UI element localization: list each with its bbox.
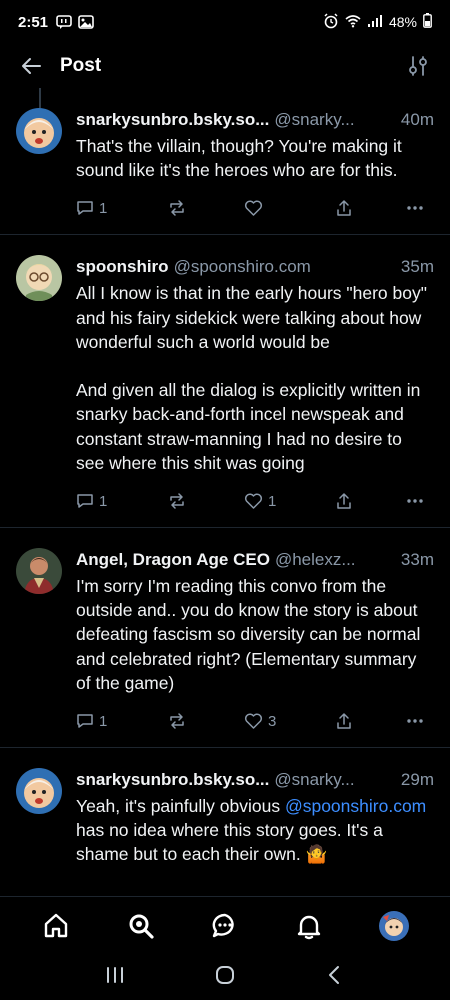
more-options-button[interactable] [406,718,424,724]
share-button[interactable] [335,492,405,510]
arrow-left-icon [22,58,41,74]
status-bar: 2:51 48% [0,0,450,44]
reply-button[interactable]: 1 [76,199,168,217]
bottom-navigation [0,896,450,954]
post-time: 40m [400,110,434,129]
more-options-button[interactable] [406,498,424,504]
heart-icon [245,713,262,729]
post-time: 33m [400,550,434,570]
share-icon [337,713,351,729]
share-button[interactable] [335,712,405,730]
home-icon [44,913,68,937]
author-name[interactable]: snarkysunbro.bsky.so... [76,108,269,132]
profile-avatar [378,910,409,941]
post-item[interactable]: spoonshiro @spoonshiro.com 35m All I kno… [0,235,450,527]
author-handle[interactable]: @snarky... [274,768,354,792]
chat-icon [212,913,234,937]
more-icon [407,499,423,503]
avatar[interactable] [16,108,62,154]
avatar[interactable] [16,768,62,815]
heart-icon [245,493,262,509]
nav-search-button[interactable] [116,901,166,951]
nav-profile-button[interactable] [369,901,419,951]
author-handle[interactable]: @spoonshiro.com [174,255,311,279]
more-icon [407,719,423,723]
alarm-icon [323,12,339,32]
battery-icon [423,13,432,31]
sliders-icon [409,56,427,76]
system-home-button[interactable] [214,964,236,991]
repost-icon [170,493,184,509]
reply-icon [77,201,93,216]
reply-count: 1 [99,492,108,510]
back-icon [329,965,339,984]
more-options-button[interactable] [406,205,424,211]
post-actions: 1 [76,190,434,226]
post-item[interactable]: Angel, Dragon Age CEO @helexz... 33m I'm… [0,528,450,747]
post-actions: 1 1 [76,483,434,519]
nav-chat-button[interactable] [200,901,250,951]
nav-notifications-button[interactable] [284,901,334,951]
like-button[interactable]: 3 [244,712,335,730]
reply-icon [77,494,93,508]
chat-notification-icon [56,15,72,29]
post-text: That's the villain, though? You're makin… [76,136,407,181]
post-item[interactable]: snarkysunbro.bsky.so... @snarky... 40m T… [0,88,450,234]
author-name[interactable]: snarkysunbro.bsky.so... [76,768,269,792]
post-time: 29m [400,770,434,790]
avatar[interactable] [16,548,62,595]
gallery-notification-icon [78,15,94,29]
status-time: 2:51 [18,13,49,31]
battery-level: 48% [388,14,417,30]
repost-button[interactable] [168,492,244,510]
back-button[interactable] [16,50,48,82]
thread-settings-button[interactable] [402,50,434,82]
system-navigation [0,954,450,1000]
notifications-icon [298,915,321,939]
signal-icon [367,14,383,31]
recents-button[interactable] [104,965,126,990]
home-button-icon [216,965,234,984]
post-text: Yeah, it's painfully obvious @spoonshiro… [76,794,434,867]
repost-button[interactable] [168,712,244,730]
author-handle[interactable]: @helexz... [275,548,356,572]
like-count: 1 [268,492,277,510]
reply-count: 1 [99,712,108,730]
heart-icon [245,200,262,217]
post-item[interactable]: snarkysunbro.bsky.so... @snarky... 29m Y… [0,748,450,867]
repost-icon [170,200,184,217]
reply-icon [77,714,93,728]
thread-feed[interactable]: snarkysunbro.bsky.so... @snarky... 40m T… [0,88,450,896]
like-count: 3 [268,712,277,730]
post-actions: 1 3 [76,703,434,739]
more-icon [407,206,423,211]
like-button[interactable] [244,199,335,217]
post-text: All I know is that in the early hours "h… [76,283,427,473]
avatar[interactable] [16,255,62,302]
share-button[interactable] [335,199,405,217]
share-icon [337,493,351,509]
mention-link[interactable]: @spoonshiro.com [285,796,426,816]
post-text: I'm sorry I'm reading this convo from th… [76,576,426,693]
repost-icon [170,713,184,729]
reply-button[interactable]: 1 [76,712,168,730]
page-title: Post [60,55,102,76]
share-icon [337,200,351,217]
like-button[interactable]: 1 [244,492,335,510]
author-name[interactable]: spoonshiro [76,255,169,279]
search-icon [129,914,154,939]
repost-button[interactable] [168,199,244,217]
post-time: 35m [400,257,434,277]
nav-home-button[interactable] [31,901,81,951]
system-back-button[interactable] [324,964,346,991]
author-name[interactable]: Angel, Dragon Age CEO [76,548,270,572]
author-handle[interactable]: @snarky... [274,108,354,132]
reply-count: 1 [99,199,108,217]
post-text-before: Yeah, it's painfully obvious [76,796,285,817]
post-header: Post [0,44,450,88]
reply-button[interactable]: 1 [76,492,168,510]
wifi-icon [345,14,361,31]
recents-icon [107,966,123,983]
